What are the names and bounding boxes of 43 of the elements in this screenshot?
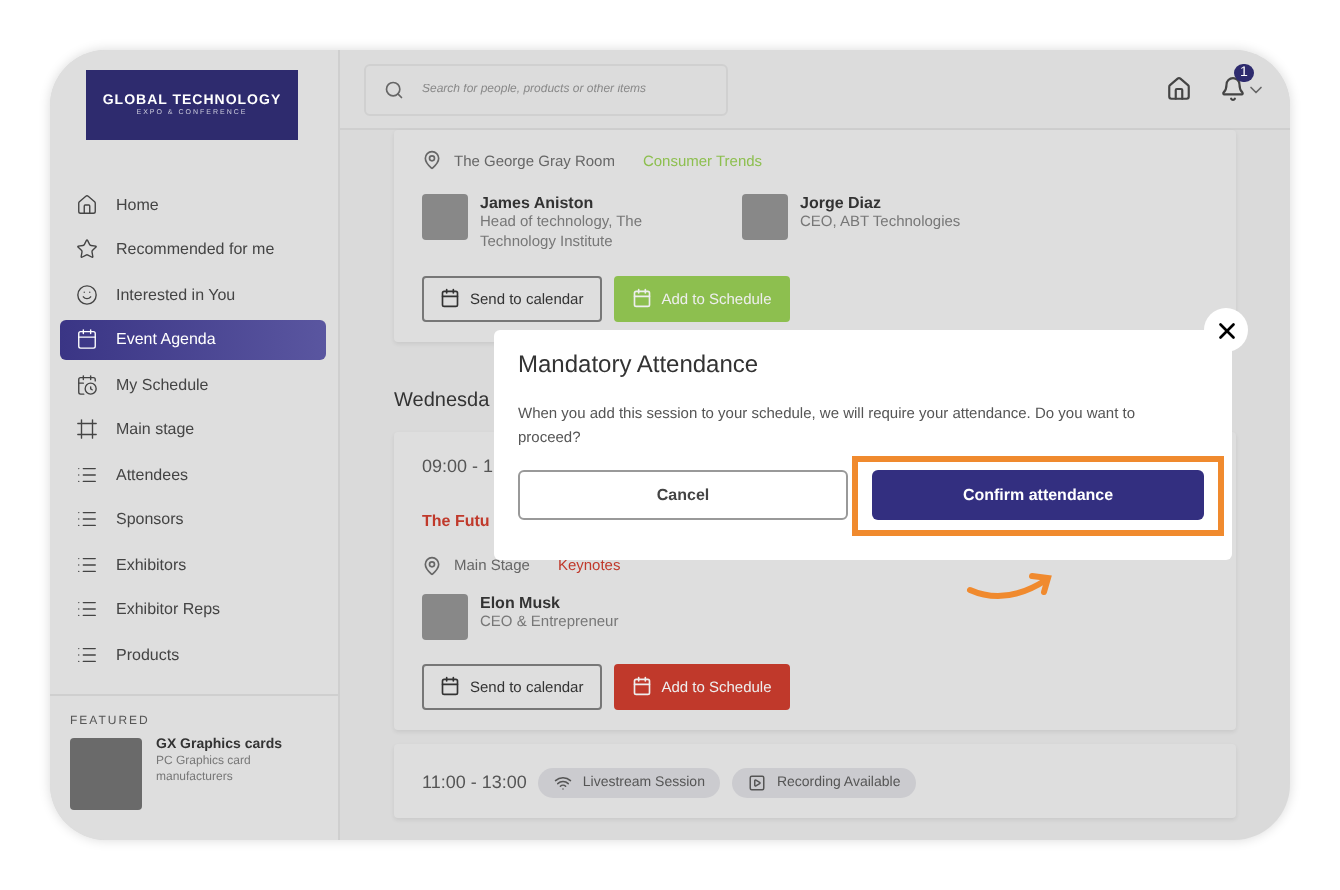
- calendar-icon: [631, 676, 652, 696]
- sidebar-item[interactable]: My Schedule: [60, 364, 326, 405]
- photo-placeholder: [422, 593, 468, 639]
- star-icon: [76, 238, 98, 261]
- sidebar-item[interactable]: Exhibitor Reps: [60, 589, 326, 630]
- location-pin-icon: [422, 150, 442, 170]
- session-time: 11:00 - 13:00: [422, 772, 527, 792]
- sidebar-item[interactable]: Home: [60, 184, 326, 225]
- calendar-icon: [76, 328, 98, 351]
- home-icon[interactable]: [1166, 76, 1192, 102]
- sidebar-item[interactable]: Main stage: [60, 409, 326, 450]
- search-icon: [384, 79, 404, 99]
- notification-icon[interactable]: [1220, 76, 1246, 102]
- play-icon: [748, 773, 767, 791]
- sidebar-item[interactable]: Attendees: [60, 454, 326, 495]
- photo-placeholder: [742, 194, 788, 240]
- confirm-attendance-button[interactable]: Confirm attendance: [872, 470, 1204, 520]
- calendar-icon: [440, 288, 460, 308]
- photo-placeholder: [70, 738, 142, 810]
- day-heading: Wednesda: [394, 389, 490, 411]
- smiley-icon: [76, 283, 98, 306]
- sidebar-item[interactable]: Exhibitors: [60, 544, 326, 585]
- speaker-name: James Aniston: [480, 194, 596, 212]
- calendar-icon: [440, 676, 460, 696]
- session-title[interactable]: The Futu: [422, 511, 490, 529]
- home-icon: [76, 193, 98, 216]
- close-icon: [1213, 317, 1239, 343]
- sidebar-item[interactable]: Sponsors: [60, 499, 326, 540]
- photo-placeholder: [422, 194, 468, 240]
- sidebar-item[interactable]: Interested in You: [60, 274, 326, 315]
- calendar-icon: [631, 288, 652, 308]
- speaker-name: Elon Musk: [480, 593, 563, 611]
- calendar-clock-icon: [76, 373, 98, 396]
- sidebar-item[interactable]: Products: [60, 634, 326, 675]
- cancel-button[interactable]: Cancel: [518, 470, 848, 520]
- session-time: 09:00 - 1: [422, 455, 494, 475]
- wifi-icon: [554, 773, 573, 791]
- location-pin-icon: [422, 555, 442, 575]
- frame-icon: [76, 418, 98, 441]
- sidebar-item[interactable]: Recommended for me: [60, 229, 326, 270]
- speaker-name: Jorge Diaz: [800, 194, 883, 212]
- dialog-title: Mandatory Attendance: [518, 350, 761, 378]
- sidebar-item[interactable]: Event Agenda: [60, 319, 326, 360]
